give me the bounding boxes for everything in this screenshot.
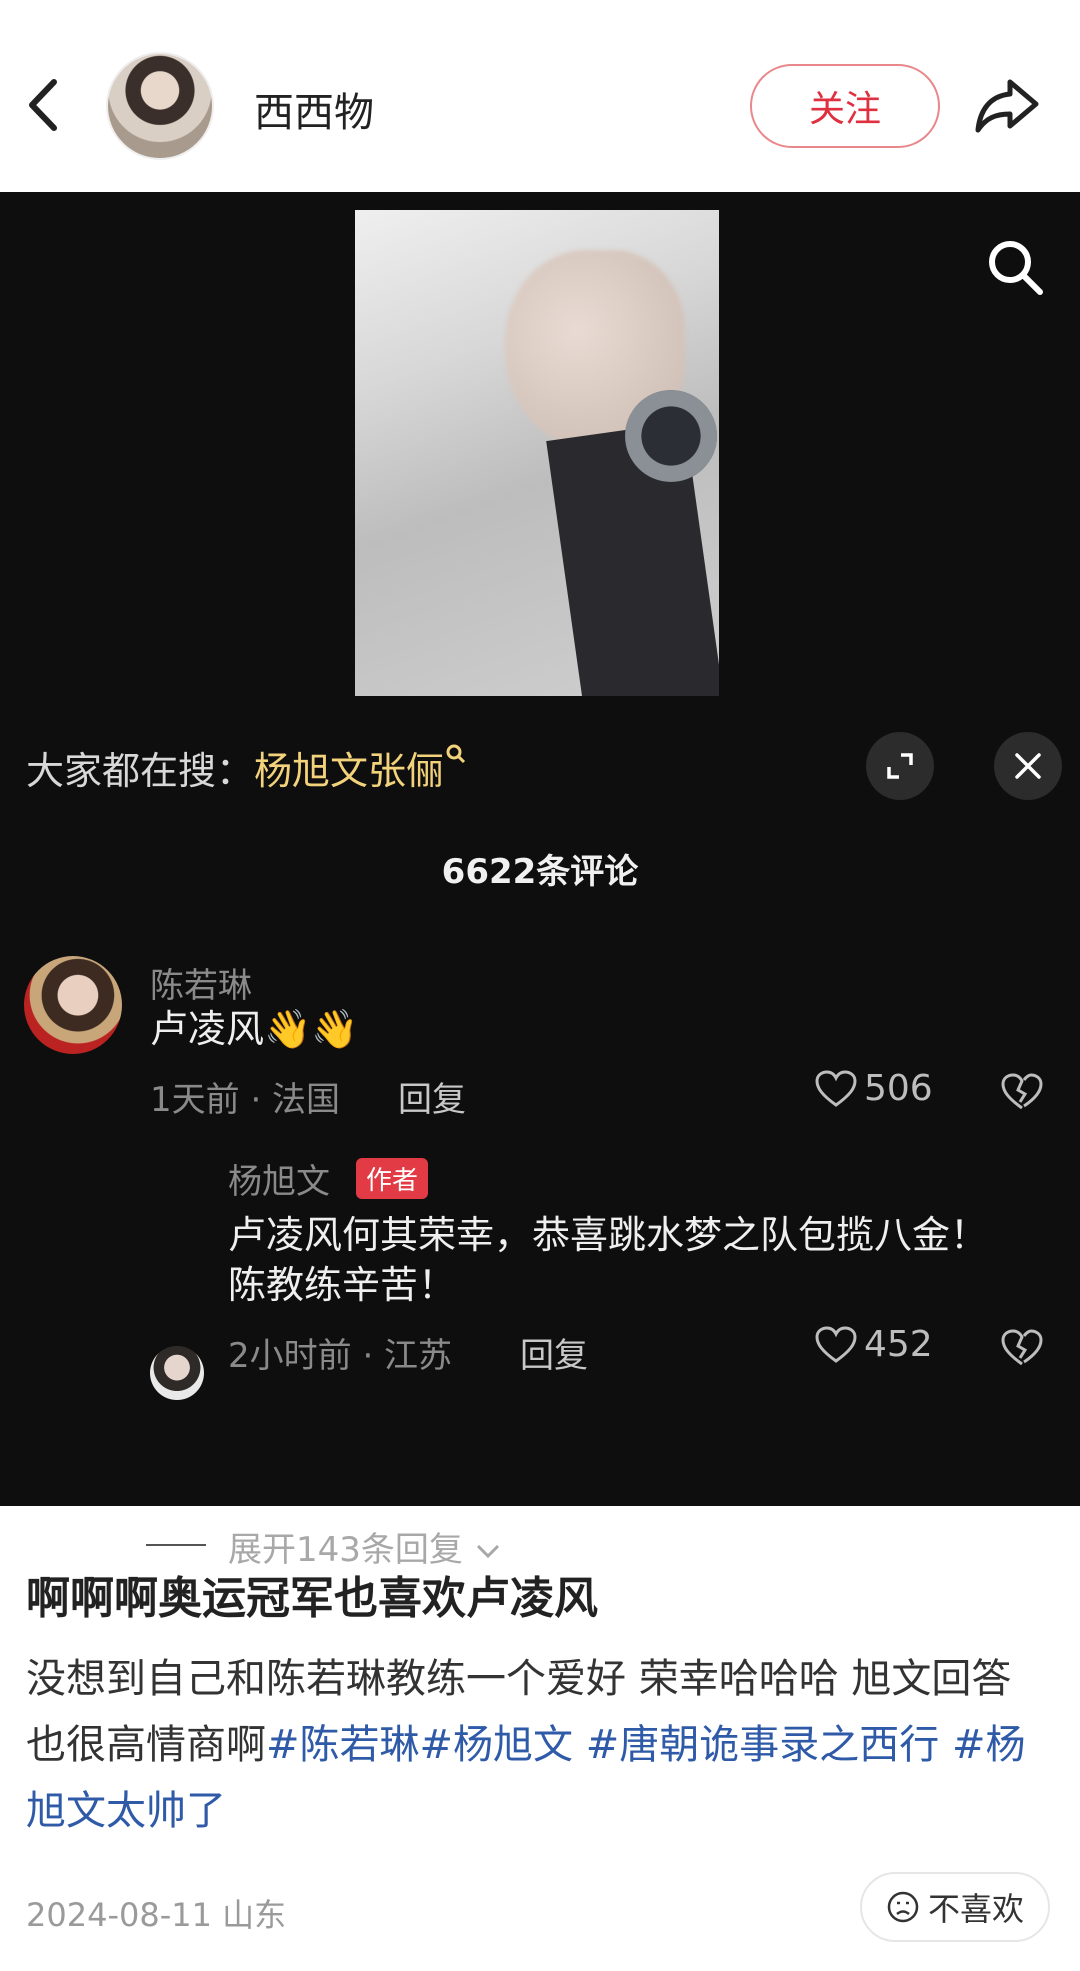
divider bbox=[146, 1544, 206, 1546]
trending-search[interactable]: 大家都在搜：杨旭文张俪 bbox=[26, 740, 470, 795]
like-count: 506 bbox=[864, 1068, 933, 1109]
heart-icon bbox=[815, 1325, 857, 1363]
trending-keyword[interactable]: 杨旭文张俪 bbox=[254, 749, 444, 793]
follow-button[interactable]: 关注 bbox=[750, 64, 940, 148]
comment-meta: 1天前 · 法国 bbox=[150, 1080, 341, 1120]
chevron-down-icon bbox=[476, 1544, 499, 1559]
author-avatar[interactable] bbox=[106, 52, 214, 160]
like-button[interactable]: 506 bbox=[814, 1068, 933, 1109]
broken-heart-icon bbox=[1001, 1073, 1043, 1110]
reply-meta: 2小时前 · 江苏 bbox=[228, 1336, 453, 1376]
share-icon bbox=[975, 79, 1039, 133]
author-badge: 作者 bbox=[356, 1158, 429, 1199]
reply-button[interactable]: 回复 bbox=[520, 1328, 588, 1377]
search-button[interactable] bbox=[980, 232, 1050, 302]
reply-text: 卢凌风何其荣幸，恭喜跳水梦之队包揽八金！陈教练辛苦！ bbox=[228, 1213, 989, 1307]
commenter-avatar[interactable] bbox=[24, 956, 122, 1054]
reply-author-name[interactable]: 杨旭文 bbox=[228, 1154, 330, 1203]
hashtag-link[interactable]: #唐朝诡事录之西行 bbox=[586, 1722, 952, 1768]
unhappy-face-icon bbox=[887, 1891, 919, 1923]
comment-count: 6622条评论 bbox=[441, 852, 639, 892]
like-count: 452 bbox=[864, 1324, 933, 1365]
dislike-button[interactable] bbox=[1000, 1326, 1044, 1370]
reply-button[interactable]: 回复 bbox=[398, 1072, 466, 1121]
expand-icon bbox=[887, 753, 913, 779]
comment-text: 卢凌风👋👋 bbox=[150, 1007, 359, 1051]
not-interested-label: 不喜欢 bbox=[927, 1890, 1024, 1928]
commenter-name[interactable]: 陈若琳 bbox=[150, 958, 252, 1007]
like-button[interactable]: 452 bbox=[814, 1324, 933, 1365]
trending-prefix: 大家都在搜： bbox=[26, 749, 255, 793]
broken-heart-icon bbox=[1001, 1329, 1043, 1366]
hashtag-link[interactable]: #杨旭文 bbox=[420, 1722, 586, 1768]
video-watch bbox=[625, 390, 717, 482]
fullscreen-button[interactable] bbox=[866, 732, 934, 800]
author-reply-avatar[interactable] bbox=[150, 1346, 204, 1400]
share-button[interactable] bbox=[970, 70, 1044, 140]
dislike-button[interactable] bbox=[1000, 1070, 1044, 1114]
heart-icon bbox=[815, 1069, 857, 1107]
top-bar: 西西物 关注 bbox=[0, 0, 1080, 192]
close-button[interactable] bbox=[994, 732, 1062, 800]
small-search-icon bbox=[446, 744, 466, 764]
post-body: 没想到自己和陈若琳教练一个爱好 荣幸哈哈哈 旭文回答也很高情商啊#陈若琳#杨旭文… bbox=[26, 1646, 1046, 1844]
search-icon bbox=[989, 241, 1043, 295]
post-date-location: 2024-08-11 山东 bbox=[26, 1896, 287, 1934]
post-title: 啊啊啊奥运冠军也喜欢卢凌风 bbox=[26, 1573, 598, 1624]
close-icon bbox=[1015, 753, 1041, 779]
embedded-screenshot: 大家都在搜：杨旭文张俪 6622条评论 陈若琳 卢凌风👋👋 1天前 · 法国 回… bbox=[0, 192, 1080, 1570]
not-interested-button[interactable]: 不喜欢 bbox=[860, 1872, 1050, 1942]
hashtag-link[interactable]: #陈若琳 bbox=[266, 1722, 420, 1768]
video-frame[interactable] bbox=[355, 210, 719, 696]
author-name[interactable]: 西西物 bbox=[254, 80, 374, 138]
back-button[interactable] bbox=[14, 70, 74, 140]
chevron-left-icon bbox=[29, 79, 57, 131]
